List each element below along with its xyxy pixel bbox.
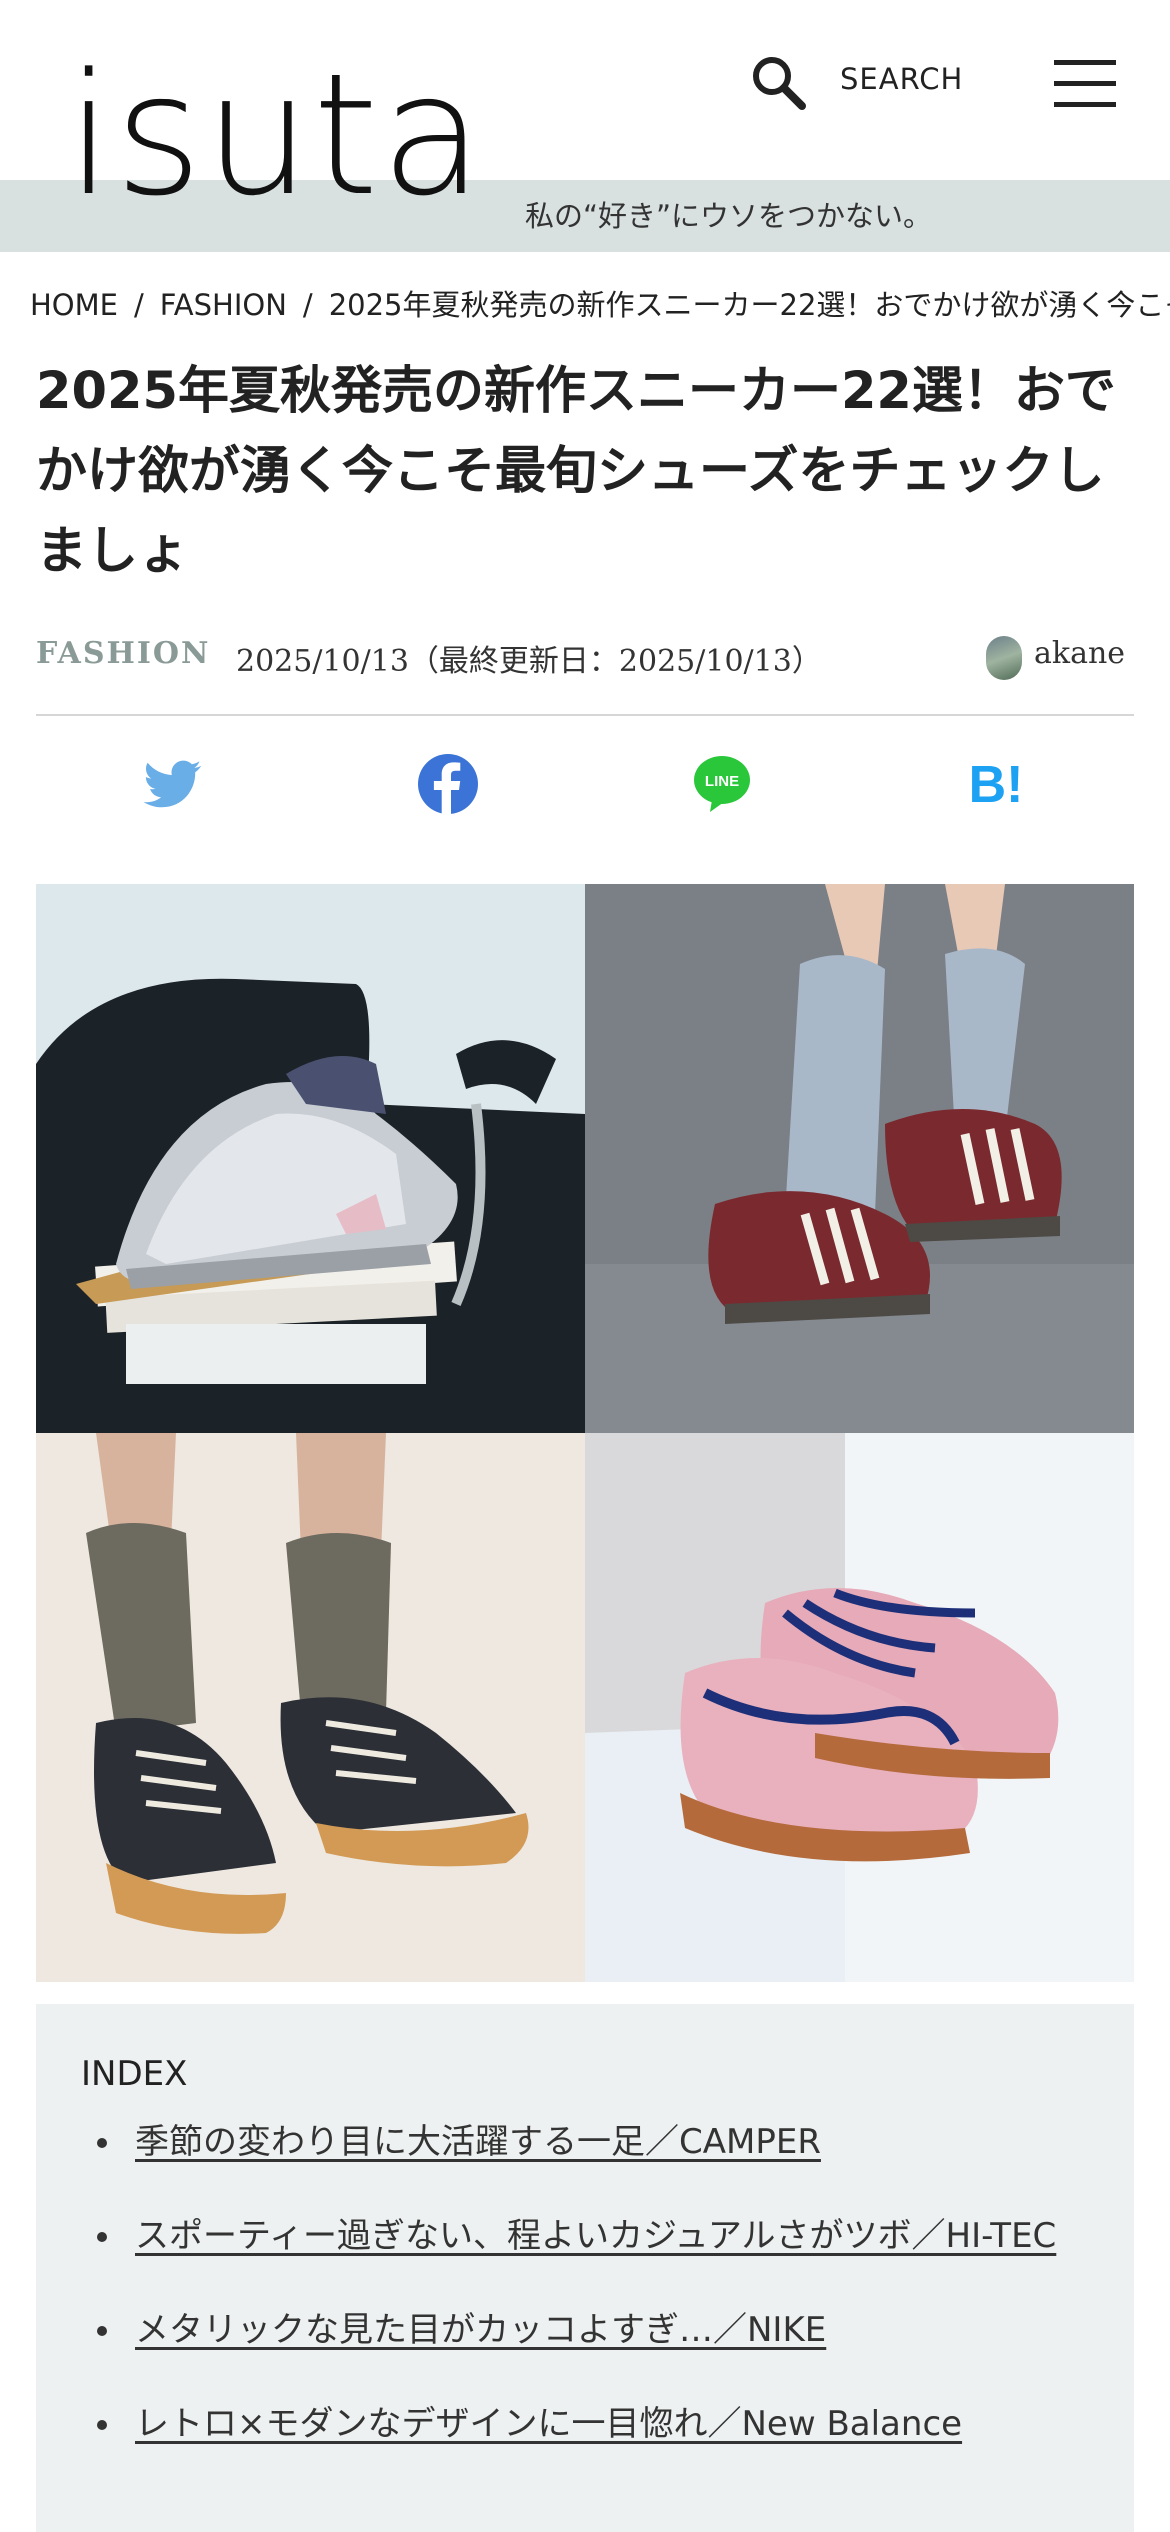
breadcrumb-category[interactable]: FASHION (160, 288, 287, 322)
twitter-share-icon[interactable] (141, 752, 205, 816)
index-title: INDEX (81, 2054, 188, 2094)
article-title: 2025年夏秋発売の新作スニーカー22選！おでかけ欲が湧く今こそ最旬シューズをチ… (36, 362, 1116, 581)
author-name[interactable]: akane (1034, 636, 1125, 671)
line-label: LINE (705, 773, 739, 790)
index-list: 季節の変わり目に大活躍する一足／CAMPER スポーティー過ぎない、程よいカジュ… (81, 2114, 1101, 2490)
author-avatar[interactable] (986, 636, 1022, 680)
black-sneaker-image (36, 1433, 585, 1982)
index-item[interactable]: レトロ×モダンなデザインに一目惚れ／New Balance (81, 2396, 1101, 2452)
silver-sneaker-image (36, 884, 585, 1433)
breadcrumb-separator: / (133, 288, 144, 322)
index-item-label[interactable]: レトロ×モダンなデザインに一目惚れ／New Balance (135, 2404, 962, 2444)
article-date: 2025/10/13（最終更新日：2025/10/13） (236, 644, 822, 679)
breadcrumb-current: 2025年夏秋発売の新作スニーカー22選！おでかけ欲が湧く今こそ最旬シューズをチ… (328, 288, 1170, 322)
hamburger-menu-icon[interactable] (1054, 56, 1116, 112)
hero-image-grid[interactable] (36, 884, 1134, 1982)
search-icon[interactable] (748, 52, 808, 112)
breadcrumb: HOME / FASHION / 2025年夏秋発売の新作スニーカー22選！おでかけ欲が… (30, 282, 1170, 324)
divider (36, 714, 1134, 716)
breadcrumb-separator: / (302, 288, 313, 322)
index-item[interactable]: メタリックな見た目がカッコよすぎ…／NIKE (81, 2302, 1101, 2358)
breadcrumb-home[interactable]: HOME (30, 288, 118, 322)
tagline: 私の“好き”にウソをつかない。 (525, 199, 933, 233)
index-item-label[interactable]: 季節の変わり目に大活躍する一足／CAMPER (135, 2122, 821, 2162)
index-item-label[interactable]: スポーティー過ぎない、程よいカジュアルさがツボ／HI-TEC (135, 2216, 1056, 2256)
burgundy-sneaker-image (585, 884, 1134, 1433)
index-item[interactable]: スポーティー過ぎない、程よいカジュアルさがツボ／HI-TEC (81, 2208, 1101, 2264)
line-share-icon[interactable]: LINE (690, 752, 754, 816)
facebook-share-icon[interactable] (416, 752, 480, 816)
hatena-bookmark-icon[interactable]: B! (964, 752, 1028, 816)
article-category[interactable]: FASHION (36, 636, 210, 671)
site-logo[interactable]: isuta (66, 51, 486, 219)
index-item-label[interactable]: メタリックな見た目がカッコよすぎ…／NIKE (135, 2310, 826, 2350)
search-label[interactable]: SEARCH (840, 62, 963, 96)
table-of-contents: INDEX 季節の変わり目に大活躍する一足／CAMPER スポーティー過ぎない、… (36, 2004, 1134, 2532)
site-header: isuta 私の“好き”にウソをつかない。 SEARCH (0, 0, 1170, 252)
index-item[interactable]: 季節の変わり目に大活躍する一足／CAMPER (81, 2114, 1101, 2170)
pink-sneaker-image (585, 1433, 1134, 1982)
hatena-label: B! (969, 756, 1024, 814)
